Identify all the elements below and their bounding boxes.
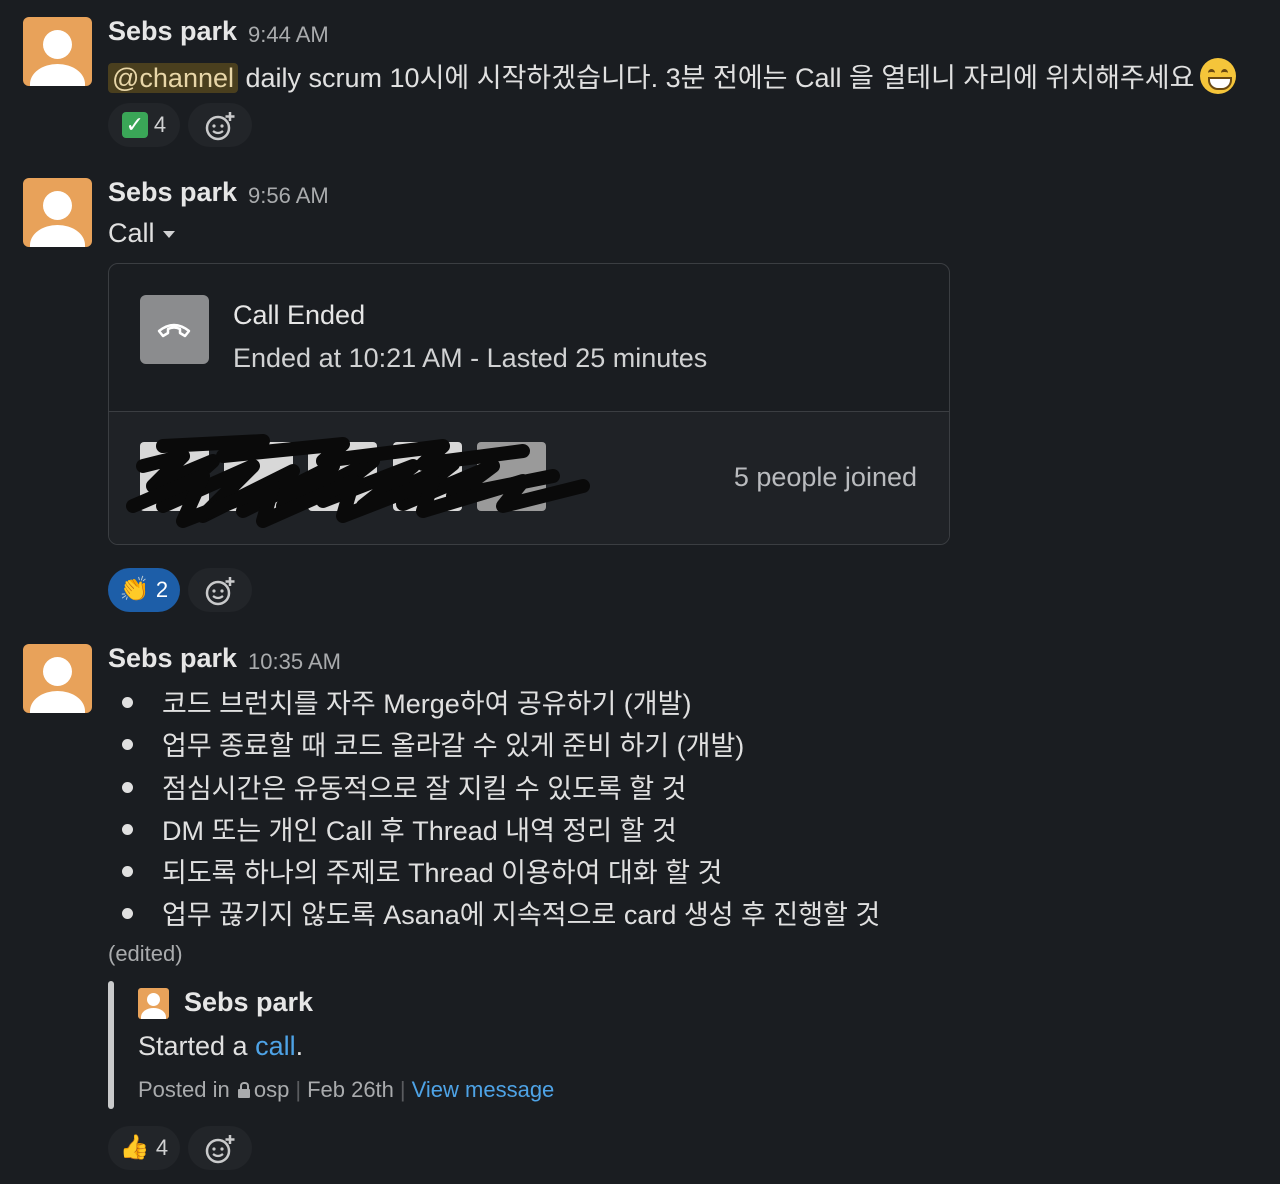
grinning-face-icon xyxy=(1200,58,1237,94)
call-label: Call xyxy=(108,218,155,248)
reaction-thumbs-up[interactable]: 👍 4 xyxy=(108,1126,180,1170)
channel-mention[interactable]: @channel xyxy=(108,63,238,93)
message-body: daily scrum 10시에 시작하겠습니다. 3분 전에는 Call 을 … xyxy=(238,63,1195,93)
call-summary: Call Ended Ended at 10:21 AM - Lasted 25… xyxy=(109,264,949,412)
edited-label: (edited) xyxy=(108,941,183,966)
call-link[interactable]: call xyxy=(255,1031,296,1061)
participants-count[interactable]: 5 people joined xyxy=(734,462,917,493)
lock-icon xyxy=(237,1082,250,1098)
quote-meta: Posted in osp | Feb 26th | View message xyxy=(138,1077,555,1102)
add-reaction-button[interactable] xyxy=(188,103,252,147)
author-name[interactable]: Sebs park xyxy=(108,643,237,674)
quote-text: Started a call. xyxy=(138,1031,304,1061)
clapping-hands-icon: 👏 xyxy=(119,576,150,603)
thumbs-up-icon: 👍 xyxy=(119,1134,150,1161)
reaction-count: 4 xyxy=(155,1135,169,1160)
quote-bar xyxy=(108,981,114,1109)
call-participants: 5 people joined xyxy=(109,412,949,544)
add-reaction-icon xyxy=(205,577,235,606)
channel-link[interactable]: osp xyxy=(254,1077,289,1102)
quote-avatar[interactable] xyxy=(138,988,169,1019)
chevron-down-icon xyxy=(162,231,175,238)
reaction-count: 4 xyxy=(153,112,167,137)
phone-hangup-icon xyxy=(140,295,209,364)
author-name[interactable]: Sebs park xyxy=(108,16,237,47)
view-message-link[interactable]: View message xyxy=(412,1077,555,1102)
call-card[interactable]: Call Ended Ended at 10:21 AM - Lasted 25… xyxy=(108,263,950,545)
quote-date[interactable]: Feb 26th xyxy=(307,1077,394,1102)
redaction-scribble xyxy=(126,434,590,528)
call-menu[interactable]: Call xyxy=(108,218,175,249)
add-reaction-icon xyxy=(205,112,235,141)
reaction-check[interactable]: ✓ 4 xyxy=(108,103,180,147)
add-reaction-button[interactable] xyxy=(188,568,252,612)
posted-in-label: Posted in xyxy=(138,1077,230,1102)
check-mark-icon: ✓ xyxy=(121,112,148,138)
call-title: Call Ended xyxy=(233,300,366,330)
reaction-count: 2 xyxy=(155,577,169,602)
avatar[interactable] xyxy=(23,178,92,247)
message-text: @channel daily scrum 10시에 시작하겠습니다. 3분 전에… xyxy=(108,56,1237,95)
avatar[interactable] xyxy=(23,17,92,86)
avatar[interactable] xyxy=(23,644,92,713)
call-subtitle: Ended at 10:21 AM - Lasted 25 minutes xyxy=(233,343,708,373)
quote-author[interactable]: Sebs park xyxy=(184,987,313,1018)
timestamp[interactable]: 9:56 AM xyxy=(248,183,329,209)
timestamp[interactable]: 9:44 AM xyxy=(248,22,329,48)
add-reaction-button[interactable] xyxy=(188,1126,252,1170)
timestamp[interactable]: 10:35 AM xyxy=(248,649,341,675)
reaction-clap[interactable]: 👏 2 xyxy=(108,568,180,612)
add-reaction-icon xyxy=(205,1135,235,1164)
author-name[interactable]: Sebs park xyxy=(108,177,237,208)
